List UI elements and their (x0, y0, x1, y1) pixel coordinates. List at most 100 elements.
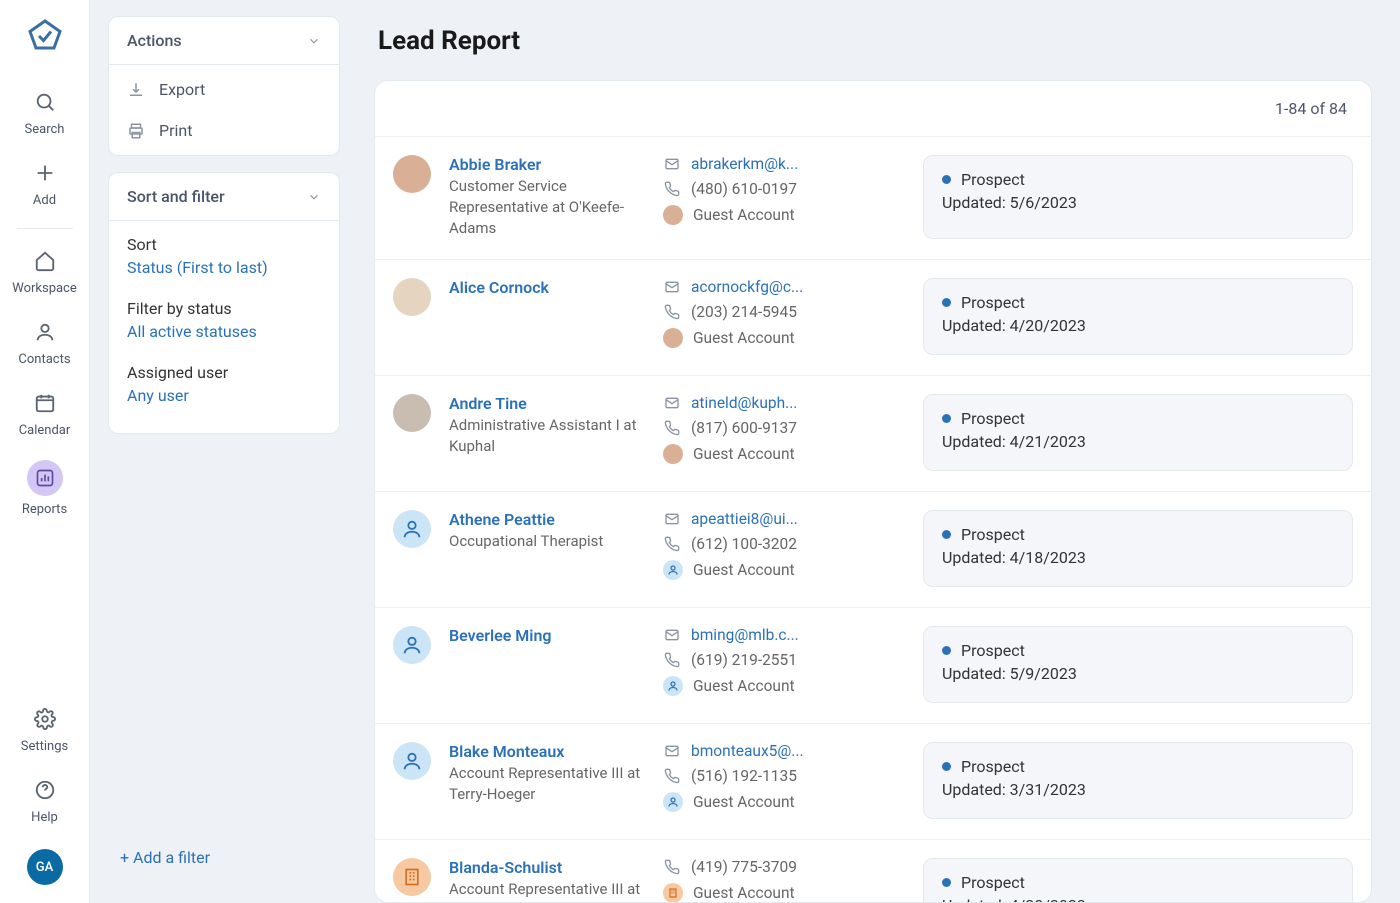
rail-help[interactable]: Help (10, 768, 80, 839)
phone-text: (419) 775-3709 (691, 858, 797, 876)
lead-email[interactable]: apeattiei8@ui... (663, 510, 863, 528)
assigned-user-value[interactable]: Any user (127, 386, 321, 405)
status-label: Prospect (961, 525, 1025, 544)
lead-owner[interactable]: Guest Account (663, 676, 863, 696)
status-updated: Updated: 4/21/2023 (942, 432, 1334, 451)
lead-row[interactable]: Blake Monteaux Account Representative II… (375, 724, 1371, 840)
action-export[interactable]: Export (109, 69, 339, 110)
lead-avatar[interactable] (393, 394, 431, 432)
lead-phone[interactable]: (619) 219-2551 (663, 651, 863, 669)
lead-name-link[interactable]: Abbie Braker (449, 155, 645, 174)
rail-label: Contacts (18, 352, 70, 367)
status-updated: Updated: 4/18/2023 (942, 548, 1334, 567)
status-label: Prospect (961, 170, 1025, 189)
result-count: 1-84 of 84 (1275, 99, 1347, 118)
filter-status-value[interactable]: All active statuses (127, 322, 321, 341)
lead-row[interactable]: Athene Peattie Occupational Therapist ap… (375, 492, 1371, 608)
lead-owner[interactable]: Guest Account (663, 792, 863, 812)
lead-phone[interactable]: (612) 100-3202 (663, 535, 863, 553)
lead-avatar[interactable] (393, 742, 431, 780)
rail-add[interactable]: Add (10, 151, 80, 222)
status-card[interactable]: Prospect Updated: 5/9/2023 (923, 626, 1353, 703)
lead-name-link[interactable]: Beverlee Ming (449, 626, 645, 645)
rail-workspace[interactable]: Workspace (10, 239, 80, 310)
rail-label: Reports (22, 502, 67, 517)
chevron-down-icon (307, 190, 321, 204)
status-card[interactable]: Prospect Updated: 5/6/2023 (923, 155, 1353, 239)
lead-subtitle: Account Representative III at Terry-Hoeg… (449, 879, 645, 903)
action-print[interactable]: Print (109, 110, 339, 151)
user-avatar[interactable]: GA (27, 849, 63, 885)
lead-owner[interactable]: Guest Account (663, 328, 863, 348)
status-updated: Updated: 4/20/2023 (942, 316, 1334, 335)
lead-email[interactable]: abrakerkm@k... (663, 155, 863, 173)
sort-value[interactable]: Status (First to last) (127, 258, 321, 277)
lead-avatar[interactable] (393, 626, 431, 664)
lead-avatar[interactable] (393, 858, 431, 896)
lead-avatar[interactable] (393, 510, 431, 548)
lead-row[interactable]: Abbie Braker Customer Service Representa… (375, 137, 1371, 260)
lead-name-link[interactable]: Andre Tine (449, 394, 645, 413)
print-icon (127, 122, 145, 140)
owner-avatar-icon (663, 444, 683, 464)
lead-email[interactable]: bmonteaux5@... (663, 742, 863, 760)
mail-icon (663, 743, 681, 759)
rail-label: Search (25, 122, 65, 137)
lead-name-link[interactable]: Alice Cornock (449, 278, 645, 297)
lead-name-link[interactable]: Athene Peattie (449, 510, 645, 529)
lead-subtitle: Customer Service Representative at O'Kee… (449, 176, 645, 239)
lead-phone[interactable]: (817) 600-9137 (663, 419, 863, 437)
lead-owner[interactable]: Guest Account (663, 205, 863, 225)
status-dot (942, 414, 951, 423)
lead-owner[interactable]: Guest Account (663, 883, 863, 903)
lead-subtitle: Occupational Therapist (449, 531, 645, 552)
status-dot (942, 175, 951, 184)
lead-email[interactable]: acornockfg@c... (663, 278, 863, 296)
sort-filter-header[interactable]: Sort and filter (109, 173, 339, 221)
phone-text: (619) 219-2551 (691, 651, 797, 669)
status-card[interactable]: Prospect Updated: 4/20/2023 (923, 278, 1353, 355)
lead-phone[interactable]: (516) 192-1135 (663, 767, 863, 785)
lead-email[interactable]: atineld@kuph... (663, 394, 863, 412)
owner-avatar-icon (663, 676, 683, 696)
status-updated: Updated: 3/31/2023 (942, 780, 1334, 799)
lead-row[interactable]: Blanda-Schulist Account Representative I… (375, 840, 1371, 903)
lead-row[interactable]: Beverlee Ming bming@mlb.c... (619) 219-25… (375, 608, 1371, 724)
rail-reports[interactable]: Reports (10, 452, 80, 531)
person-icon (31, 318, 59, 346)
add-filter-button[interactable]: + Add a filter (108, 840, 340, 887)
rail-label: Add (33, 193, 56, 208)
sort-filter-title: Sort and filter (127, 187, 225, 206)
lead-row[interactable]: Andre Tine Administrative Assistant I at… (375, 376, 1371, 492)
status-card[interactable]: Prospect Updated: 4/21/2023 (923, 394, 1353, 471)
lead-avatar[interactable] (393, 278, 431, 316)
lead-owner[interactable]: Guest Account (663, 444, 863, 464)
rail-search[interactable]: Search (10, 80, 80, 151)
status-card[interactable]: Prospect Updated: 3/31/2023 (923, 742, 1353, 819)
rail-divider (17, 228, 73, 229)
actions-header[interactable]: Actions (109, 17, 339, 65)
rail-settings[interactable]: Settings (10, 697, 80, 768)
lead-phone[interactable]: (419) 775-3709 (663, 858, 863, 876)
lead-row[interactable]: Alice Cornock acornockfg@c... (203) 214-5… (375, 260, 1371, 376)
rail-label: Workspace (12, 281, 77, 296)
lead-email[interactable]: bming@mlb.c... (663, 626, 863, 644)
status-dot (942, 530, 951, 539)
owner-text: Guest Account (693, 884, 795, 902)
status-card[interactable]: Prospect Updated: 4/20/2023 (923, 858, 1353, 903)
rail-calendar[interactable]: Calendar (10, 381, 80, 452)
lead-name-link[interactable]: Blake Monteaux (449, 742, 645, 761)
lead-phone[interactable]: (480) 610-0197 (663, 180, 863, 198)
app-logo[interactable] (21, 12, 69, 60)
email-text: atineld@kuph... (691, 394, 797, 412)
lead-phone[interactable]: (203) 214-5945 (663, 303, 863, 321)
rail-contacts[interactable]: Contacts (10, 310, 80, 381)
lead-name-link[interactable]: Blanda-Schulist (449, 858, 645, 877)
email-text: apeattiei8@ui... (691, 510, 798, 528)
lead-avatar[interactable] (393, 155, 431, 193)
status-card[interactable]: Prospect Updated: 4/18/2023 (923, 510, 1353, 587)
lead-owner[interactable]: Guest Account (663, 560, 863, 580)
rail-label: Calendar (19, 423, 71, 438)
owner-text: Guest Account (693, 677, 795, 695)
assigned-user-label: Assigned user (127, 363, 321, 382)
